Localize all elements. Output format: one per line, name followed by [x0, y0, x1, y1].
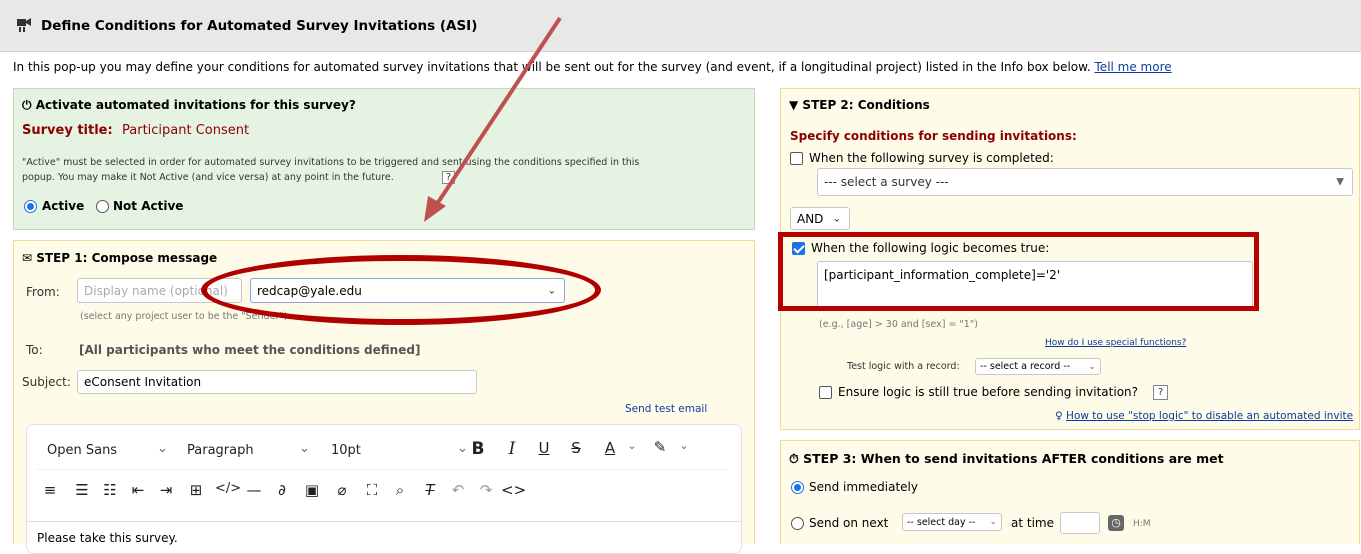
annotation-arrow: [424, 16, 562, 222]
